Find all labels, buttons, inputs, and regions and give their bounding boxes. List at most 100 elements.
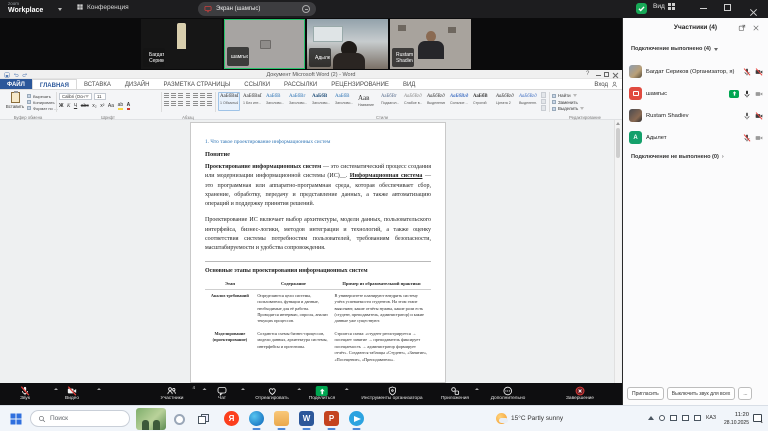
security-shield-icon[interactable] [636,3,647,14]
style-chip[interactable]: АаБбВгЗаголово... [287,92,309,111]
sign-in-button[interactable]: Вход [594,81,618,88]
underline-button[interactable]: Ч [74,104,77,109]
chevron-up-icon[interactable] [54,388,58,390]
task-view-button[interactable] [198,414,209,425]
screen-share-pill[interactable]: Экран (шамгыс) [198,2,316,16]
camera-muted-icon[interactable] [755,68,763,76]
tray-chevron-up-icon[interactable] [648,416,654,420]
format-painter-button[interactable]: Формат по образцу [27,105,59,111]
tab-review[interactable]: РЕЦЕНЗИРОВАНИЕ [324,79,396,89]
font-color-button[interactable]: А [127,103,131,110]
document-page[interactable]: 1. Что такое проектирование информационн… [190,122,446,383]
styles-gallery-scroll[interactable] [541,92,546,111]
style-chip[interactable]: АавНазвание [356,92,378,111]
italic-button[interactable]: К [67,104,70,109]
chevron-down-icon[interactable] [58,8,62,11]
align-right-button[interactable] [178,101,183,106]
scrollbar-thumb[interactable] [616,128,620,158]
font-size-select[interactable]: 11 [94,93,106,100]
line-spacing-button[interactable] [193,101,198,106]
mute-button[interactable]: Звук [20,384,30,404]
subscript-button[interactable]: х₂ [92,104,96,109]
host-tools-button[interactable]: Инструменты организатора [361,384,422,404]
tab-home[interactable]: ГЛАВНАЯ [32,79,77,89]
video-tile-bagdat[interactable]: Багдат Сериков [141,19,222,69]
connected-section-header[interactable]: Подключение выполнено (4) [631,46,718,52]
participant-row[interactable]: шамгыс [629,84,763,103]
font-name-select[interactable]: Calibri (Осн [59,93,92,100]
taskbar-app-browser[interactable] [249,411,264,426]
mic-on-icon[interactable] [743,112,751,120]
multilevel-list-button[interactable] [178,93,183,98]
word-close-button[interactable] [612,71,619,78]
style-chip[interactable]: АаБбВгдВыделение [425,92,447,111]
align-center-button[interactable] [171,101,176,106]
participant-row[interactable]: А Адылет [629,128,763,147]
decrease-indent-button[interactable] [186,93,191,98]
copilot-icon[interactable] [174,414,185,425]
show-marks-button[interactable] [207,93,212,98]
style-chip[interactable]: АаБбВвГ1 Обычный [218,92,240,111]
style-chip[interactable]: АаБбВгдЦитата 2 [494,92,516,111]
start-button[interactable] [10,413,22,425]
word-minimize-button[interactable] [596,75,601,76]
taskbar-app-explorer[interactable] [274,411,289,426]
style-chip[interactable]: АаБбВгдСильное ... [448,92,470,111]
scroll-up-arrow[interactable] [615,120,621,127]
camera-off-icon[interactable] [755,90,763,98]
chevron-up-icon[interactable] [297,388,301,390]
taskbar-app-powerpoint[interactable]: P [324,411,339,426]
notification-icon[interactable]: 1 [753,414,762,422]
close-icon[interactable] [752,24,760,32]
word-maximize-button[interactable] [604,72,609,77]
chat-button[interactable]: Чат [217,384,227,404]
sort-button[interactable] [200,93,205,98]
view-button[interactable]: Вид [653,3,675,10]
bold-button[interactable]: Ж [59,104,64,109]
style-chip[interactable]: АаБбВгдСлабое в... [402,92,424,111]
tab-file[interactable]: ФАЙЛ [0,79,32,89]
react-button[interactable]: Отреагировать [255,384,288,404]
taskbar-app-word[interactable]: W [299,411,314,426]
mic-muted-icon[interactable] [743,68,751,76]
meeting-tab[interactable]: Конференция [76,3,129,11]
more-button[interactable]: Дополнительно [491,384,526,404]
borders-button[interactable] [207,101,212,106]
tab-layout[interactable]: РАЗМЕТКА СТРАНИЦЫ [157,79,238,89]
share-screen-button[interactable]: Поделиться [309,384,336,404]
share-options-icon[interactable] [302,5,310,13]
participants-button[interactable]: 4 Участники [161,384,184,404]
window-minimize-button[interactable] [700,8,707,9]
popout-icon[interactable] [738,24,746,32]
mic-muted-icon[interactable] [743,134,751,142]
style-chip[interactable]: АаБбВгПодзагол... [379,92,401,111]
strikethrough-button[interactable]: abc [81,104,89,109]
style-chip[interactable]: АаБбВЗаголово... [264,92,286,111]
footer-more-button[interactable]: ... [738,387,752,400]
align-left-button[interactable] [164,101,169,106]
taskbar-clock[interactable]: 11:20 28.10.2025 [723,412,749,426]
widgets-thumbnail[interactable] [136,408,166,430]
tab-view[interactable]: ВИД [396,79,422,89]
highlight-button[interactable]: ab [118,103,124,110]
paste-button[interactable]: Вставить [5,92,25,112]
increase-indent-button[interactable] [193,93,198,98]
video-tile-rustam[interactable]: Rustam Shadiev [390,19,471,69]
document-scrollbar[interactable] [614,120,621,383]
language-indicator[interactable]: КАЗ [706,415,716,421]
chevron-up-icon[interactable] [241,388,245,390]
tray-display-icon[interactable] [670,415,677,421]
taskbar-app-yandex[interactable]: Я [224,411,239,426]
shading-button[interactable] [200,101,205,106]
chevron-up-icon[interactable] [475,388,479,390]
style-chip[interactable]: АаБбВСтрогий [471,92,493,111]
tray-network-icon[interactable] [682,415,689,421]
style-chip[interactable]: АаБбВвГ1 Без инт... [241,92,263,111]
select-button[interactable]: Выделить [552,106,584,113]
invite-button[interactable]: Пригласить [627,387,664,400]
help-icon[interactable]: ? [586,71,589,77]
change-case-button[interactable]: Аа [108,104,114,109]
window-close-button[interactable] [749,8,758,17]
video-tile-adylet[interactable]: Адылет [307,19,388,69]
style-chip[interactable]: АаБбВгдВыделенн... [517,92,539,111]
